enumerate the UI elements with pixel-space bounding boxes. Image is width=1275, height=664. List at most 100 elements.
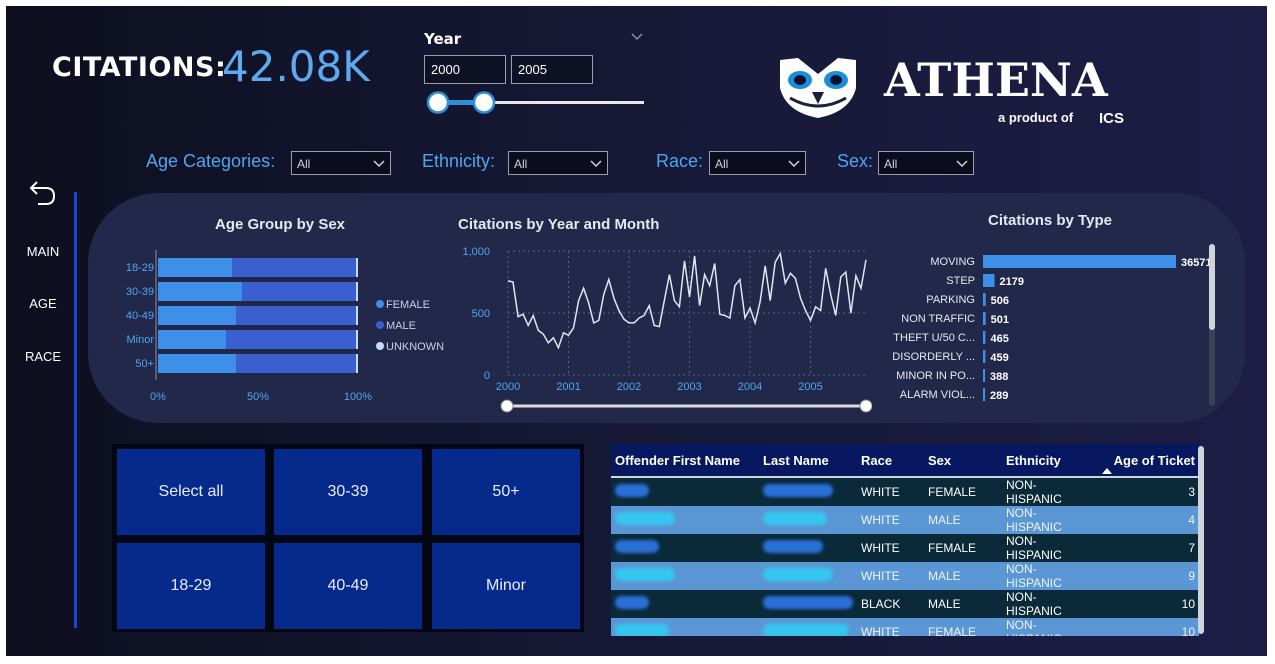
bar-segment-female[interactable] xyxy=(158,282,242,301)
type-bar[interactable] xyxy=(983,312,986,325)
data-label: 36571 xyxy=(1181,257,1212,269)
bar-segment-male[interactable] xyxy=(236,306,356,325)
last-name-cell xyxy=(759,590,857,618)
chevron-down-icon[interactable] xyxy=(630,30,644,44)
age-button-18-29[interactable]: 18-29 xyxy=(117,543,265,629)
date-range-slider-end[interactable] xyxy=(859,399,872,413)
table-header-row: Offender First Name Last Name Race Sex E… xyxy=(611,444,1199,478)
age-button-select-all[interactable]: Select all xyxy=(117,449,265,535)
logo-wordmark: ATHENA xyxy=(883,54,1109,107)
bar-segment-female[interactable] xyxy=(158,258,232,277)
category-label: NON TRAFFIC xyxy=(901,313,975,325)
y-tick-label: 50+ xyxy=(135,358,154,370)
chevron-down-icon xyxy=(373,160,385,168)
y-tick-label: 0 xyxy=(484,370,490,382)
chart-scrollbar-thumb[interactable] xyxy=(1209,244,1215,330)
redacted-first-name xyxy=(615,568,675,581)
column-header-sorted[interactable]: Age of Ticket xyxy=(1096,444,1199,478)
legend-label[interactable]: MALE xyxy=(386,320,416,332)
column-header[interactable]: Sex xyxy=(924,444,1002,478)
category-label: THEFT U/50 C... xyxy=(893,332,975,344)
race-cell: WHITE xyxy=(857,562,924,590)
category-label: ALARM VIOL... xyxy=(900,389,975,401)
redacted-last-name xyxy=(763,540,823,553)
legend-label[interactable]: UNKNOWN xyxy=(386,341,444,353)
sex-cell: MALE xyxy=(924,562,1002,590)
age-cell: 10 xyxy=(1096,590,1199,618)
bar-segment-female[interactable] xyxy=(158,354,236,373)
bar-segment-unknown[interactable] xyxy=(356,306,358,325)
bar-segment-male[interactable] xyxy=(242,282,356,301)
type-bar[interactable] xyxy=(983,255,1176,268)
category-label: MOVING xyxy=(930,256,975,268)
x-tick-label: 50% xyxy=(247,391,269,403)
year-from-input[interactable]: 2000 xyxy=(424,55,506,84)
age-button-40-49[interactable]: 40-49 xyxy=(274,543,422,629)
bar-segment-female[interactable] xyxy=(158,306,236,325)
type-bar[interactable] xyxy=(983,293,986,306)
nav-age[interactable]: AGE xyxy=(6,296,80,311)
legend-label[interactable]: FEMALE xyxy=(386,299,430,311)
age-button-30-39[interactable]: 30-39 xyxy=(274,449,422,535)
back-arrow-icon[interactable] xyxy=(28,178,58,210)
category-label: STEP xyxy=(946,275,975,287)
ethnicity-cell: NON-HISPANIC xyxy=(1002,506,1096,534)
bar-segment-male[interactable] xyxy=(236,354,356,373)
citations-by-type-chart[interactable]: Citations by Type MOVING 36571 STEP 2179 PAR… xyxy=(884,208,1224,408)
bar-segment-unknown[interactable] xyxy=(356,282,358,301)
bar-segment-male[interactable] xyxy=(232,258,356,277)
redacted-first-name xyxy=(615,624,669,636)
column-header[interactable]: Ethnicity xyxy=(1002,444,1096,478)
bar-segment-unknown[interactable] xyxy=(356,258,358,277)
year-to-input[interactable]: 2005 xyxy=(511,55,593,84)
sex-value: All xyxy=(884,157,898,171)
table-row[interactable]: WHITE FEMALE NON-HISPANIC 3 xyxy=(611,477,1199,506)
column-header[interactable]: Last Name xyxy=(759,444,857,478)
age-group-by-sex-chart[interactable]: Age Group by Sex 18-29 30-39 40-49 Minor 50+… xyxy=(110,210,450,408)
nav-race[interactable]: RACE xyxy=(6,349,80,364)
type-bar[interactable] xyxy=(983,274,995,287)
table-row[interactable]: WHITEFEMALENON-HISPANIC10 xyxy=(611,618,1199,636)
age-button-minor[interactable]: Minor xyxy=(432,543,580,629)
table-scrollbar[interactable] xyxy=(1198,446,1204,634)
ethnicity-label: Ethnicity: xyxy=(422,151,496,171)
logo-tagline: a product of xyxy=(998,110,1074,125)
table-row[interactable]: BLACK MALE NON-HISPANIC 10 xyxy=(611,590,1199,618)
race-dropdown[interactable]: All xyxy=(709,151,806,175)
data-label: 506 xyxy=(991,295,1009,307)
citations-label: CITATIONS: xyxy=(52,52,227,83)
y-tick-label: Minor xyxy=(126,334,154,346)
race-label: Race: xyxy=(656,151,704,171)
type-bar[interactable] xyxy=(983,350,986,363)
table-row[interactable]: WHITE FEMALE NON-HISPANIC 7 xyxy=(611,534,1199,562)
data-label: 289 xyxy=(990,390,1008,402)
type-bar[interactable] xyxy=(983,331,986,344)
bar-segment-unknown[interactable] xyxy=(356,330,358,349)
citations-by-year-month-chart[interactable]: Citations by Year and Month 1,000 500 0 20… xyxy=(452,210,872,415)
table-row[interactable]: WHITE MALE NON-HISPANIC 4 xyxy=(611,506,1199,534)
legend-marker xyxy=(376,321,384,329)
sex-label: Sex: xyxy=(837,151,874,171)
bar-segment-male[interactable] xyxy=(226,330,356,349)
offender-table[interactable]: Offender First Name Last Name Race Sex E… xyxy=(611,444,1205,636)
column-header[interactable]: Race xyxy=(857,444,924,478)
y-tick-label: 18-29 xyxy=(126,262,154,274)
x-tick-label: 0% xyxy=(150,391,166,403)
category-label: MINOR IN PO... xyxy=(896,370,975,382)
table-row[interactable]: WHITE MALE NON-HISPANIC 9 xyxy=(611,562,1199,590)
bar-segment-female[interactable] xyxy=(158,330,226,349)
slider-handle-end[interactable] xyxy=(472,91,496,114)
athena-logo: ATHENA a product of ICS xyxy=(780,54,1124,127)
slider-handle-start[interactable] xyxy=(426,91,450,114)
year-range-slider[interactable] xyxy=(424,88,644,118)
type-bar[interactable] xyxy=(983,388,985,401)
date-range-slider-start[interactable] xyxy=(500,399,514,413)
nav-main[interactable]: MAIN xyxy=(6,244,80,259)
bar-segment-unknown[interactable] xyxy=(356,354,358,373)
ethnicity-dropdown[interactable]: All xyxy=(508,151,608,175)
age-button-50-plus[interactable]: 50+ xyxy=(432,449,580,535)
column-header[interactable]: Offender First Name xyxy=(611,444,759,478)
age-categories-dropdown[interactable]: All xyxy=(291,151,391,175)
sex-dropdown[interactable]: All xyxy=(878,151,974,175)
type-bar[interactable] xyxy=(983,369,986,382)
